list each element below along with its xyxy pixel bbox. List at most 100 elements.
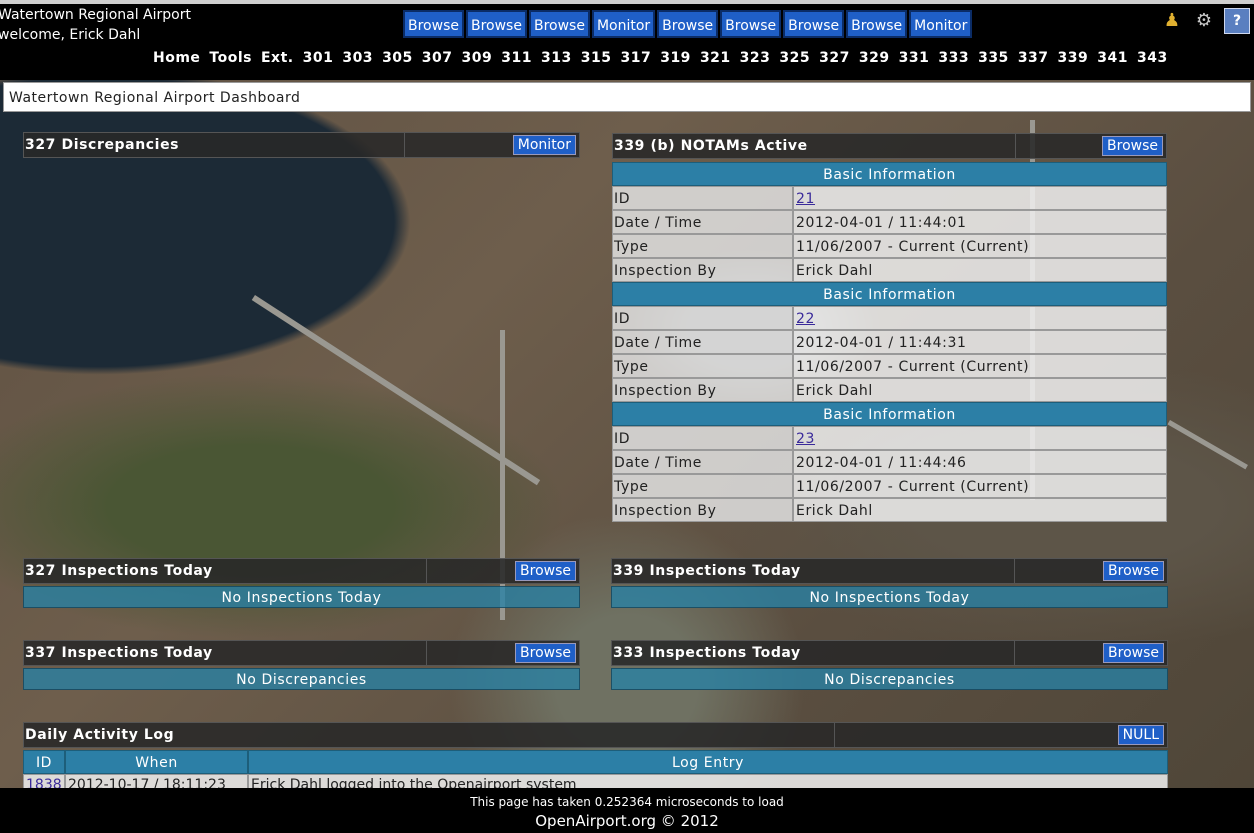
panel-title: 339 Inspections Today — [613, 563, 801, 579]
top-monitor-button-1[interactable]: Monitor — [591, 10, 656, 38]
top-button-row: Browse Browse Browse Monitor Browse Brow… — [403, 10, 973, 38]
monitor-button[interactable]: Monitor — [512, 135, 576, 155]
main-nav: Home Tools Ext. 301 303 305 307 309 311 … — [153, 50, 1177, 66]
notams-table: Basic Information ID 21 Date / Time 2012-0… — [612, 162, 1167, 522]
nav-tools[interactable]: Tools — [209, 50, 252, 66]
field-label: ID — [612, 186, 793, 210]
notam-row-datetime: Date / Time 2012-04-01 / 11:44:01 — [612, 210, 1167, 234]
notam-row-datetime: Date / Time 2012-04-01 / 11:44:46 — [612, 450, 1167, 474]
help-book-icon[interactable]: ? — [1224, 8, 1250, 34]
notam-id-link[interactable]: 21 — [796, 191, 815, 207]
field-value: 11/06/2007 - Current (Current) — [793, 234, 1167, 258]
nav-319[interactable]: 319 — [660, 50, 691, 66]
top-browse-button-3[interactable]: Browse — [528, 10, 590, 38]
browse-button[interactable]: Browse — [1103, 643, 1164, 663]
top-browse-button-1[interactable]: Browse — [403, 10, 464, 38]
top-icon-group: ♟ ⚙ ? — [1160, 8, 1250, 34]
nav-317[interactable]: 317 — [620, 50, 651, 66]
load-time-text: This page has taken 0.252364 microsecond… — [470, 795, 784, 809]
field-value: 2012-04-01 / 11:44:31 — [793, 330, 1167, 354]
nav-331[interactable]: 331 — [899, 50, 930, 66]
field-value: Erick Dahl — [793, 258, 1167, 282]
browse-button[interactable]: Browse — [1102, 136, 1163, 156]
header-divider — [426, 641, 427, 665]
table-header-row: ID When Log Entry — [23, 750, 1168, 774]
field-label: ID — [612, 306, 793, 330]
field-label: Date / Time — [612, 210, 793, 234]
users-icon[interactable]: ♟ — [1160, 8, 1184, 32]
panel-title: 327 Inspections Today — [25, 563, 213, 579]
top-browse-button-5[interactable]: Browse — [720, 10, 782, 38]
nav-309[interactable]: 309 — [462, 50, 493, 66]
brand-block: Watertown Regional Airport welcome, Eric… — [0, 5, 191, 45]
field-value: 2012-04-01 / 11:44:46 — [793, 450, 1167, 474]
nav-327[interactable]: 327 — [819, 50, 850, 66]
field-label: Inspection By — [612, 258, 793, 282]
nav-341[interactable]: 341 — [1097, 50, 1128, 66]
nav-335[interactable]: 335 — [978, 50, 1009, 66]
notam-id-link[interactable]: 22 — [796, 311, 815, 327]
nav-307[interactable]: 307 — [422, 50, 453, 66]
browse-button[interactable]: Browse — [515, 643, 576, 663]
panel-339-inspections-message: No Inspections Today — [611, 586, 1168, 608]
header-divider — [1014, 641, 1015, 665]
panel-title: 327 Discrepancies — [25, 137, 180, 153]
top-browse-button-2[interactable]: Browse — [465, 10, 527, 38]
header-divider — [426, 559, 427, 583]
notam-row-inspector: Inspection By Erick Dahl — [612, 498, 1167, 522]
header-divider — [404, 133, 405, 157]
notam-row-id: ID 23 — [612, 426, 1167, 450]
top-header: Watertown Regional Airport welcome, Eric… — [0, 0, 1254, 74]
notam-section: Basic Information ID 22 Date / Time 2012-0… — [612, 282, 1167, 402]
nav-315[interactable]: 315 — [581, 50, 612, 66]
notam-row-id: ID 21 — [612, 186, 1167, 210]
header-divider — [1014, 559, 1015, 583]
panel-327-inspections-message: No Inspections Today — [23, 586, 580, 608]
nav-337[interactable]: 337 — [1018, 50, 1049, 66]
notam-id-link[interactable]: 23 — [796, 431, 815, 447]
nav-home[interactable]: Home — [153, 50, 200, 66]
nav-301[interactable]: 301 — [303, 50, 334, 66]
runway-graphic-4 — [1167, 420, 1248, 470]
top-monitor-button-2[interactable]: Monitor — [909, 10, 973, 38]
panel-339-notams-header: 339 (b) NOTAMs Active Browse — [612, 133, 1167, 159]
nav-305[interactable]: 305 — [382, 50, 413, 66]
nav-343[interactable]: 343 — [1137, 50, 1168, 66]
nav-333[interactable]: 333 — [938, 50, 969, 66]
field-value: 11/06/2007 - Current (Current) — [793, 474, 1167, 498]
column-header-id: ID — [23, 750, 65, 774]
top-browse-button-4[interactable]: Browse — [657, 10, 719, 38]
field-value: Erick Dahl — [793, 498, 1167, 522]
notam-row-type: Type 11/06/2007 - Current (Current) — [612, 354, 1167, 378]
panel-327-discrepancies-header: 327 Discrepancies Monitor — [23, 132, 580, 158]
nav-321[interactable]: 321 — [700, 50, 731, 66]
browse-button[interactable]: Browse — [1103, 561, 1164, 581]
notam-row-type: Type 11/06/2007 - Current (Current) — [612, 474, 1167, 498]
browse-button[interactable]: Browse — [515, 561, 576, 581]
field-label: Date / Time — [612, 330, 793, 354]
nav-339[interactable]: 339 — [1058, 50, 1089, 66]
notam-section: Basic Information ID 23 Date / Time 2012-0… — [612, 402, 1167, 522]
nav-323[interactable]: 323 — [740, 50, 771, 66]
notam-row-type: Type 11/06/2007 - Current (Current) — [612, 234, 1167, 258]
notam-section: Basic Information ID 21 Date / Time 2012-0… — [612, 162, 1167, 282]
top-browse-button-6[interactable]: Browse — [783, 10, 845, 38]
section-heading: Basic Information — [612, 162, 1167, 186]
settings-gears-icon[interactable]: ⚙ — [1192, 8, 1216, 32]
nav-ext[interactable]: Ext. — [261, 50, 294, 66]
section-heading: Basic Information — [612, 282, 1167, 306]
field-label: Inspection By — [612, 378, 793, 402]
nav-313[interactable]: 313 — [541, 50, 572, 66]
nav-311[interactable]: 311 — [501, 50, 532, 66]
null-button[interactable]: NULL — [1117, 725, 1164, 745]
panel-337-inspections-message: No Discrepancies — [23, 668, 580, 690]
nav-329[interactable]: 329 — [859, 50, 890, 66]
notam-row-inspector: Inspection By Erick Dahl — [612, 378, 1167, 402]
notam-row-id: ID 22 — [612, 306, 1167, 330]
nav-325[interactable]: 325 — [779, 50, 810, 66]
top-browse-button-7[interactable]: Browse — [846, 10, 908, 38]
header-divider — [834, 723, 835, 747]
nav-303[interactable]: 303 — [342, 50, 373, 66]
panel-title: 339 (b) NOTAMs Active — [614, 138, 808, 154]
section-heading: Basic Information — [612, 402, 1167, 426]
